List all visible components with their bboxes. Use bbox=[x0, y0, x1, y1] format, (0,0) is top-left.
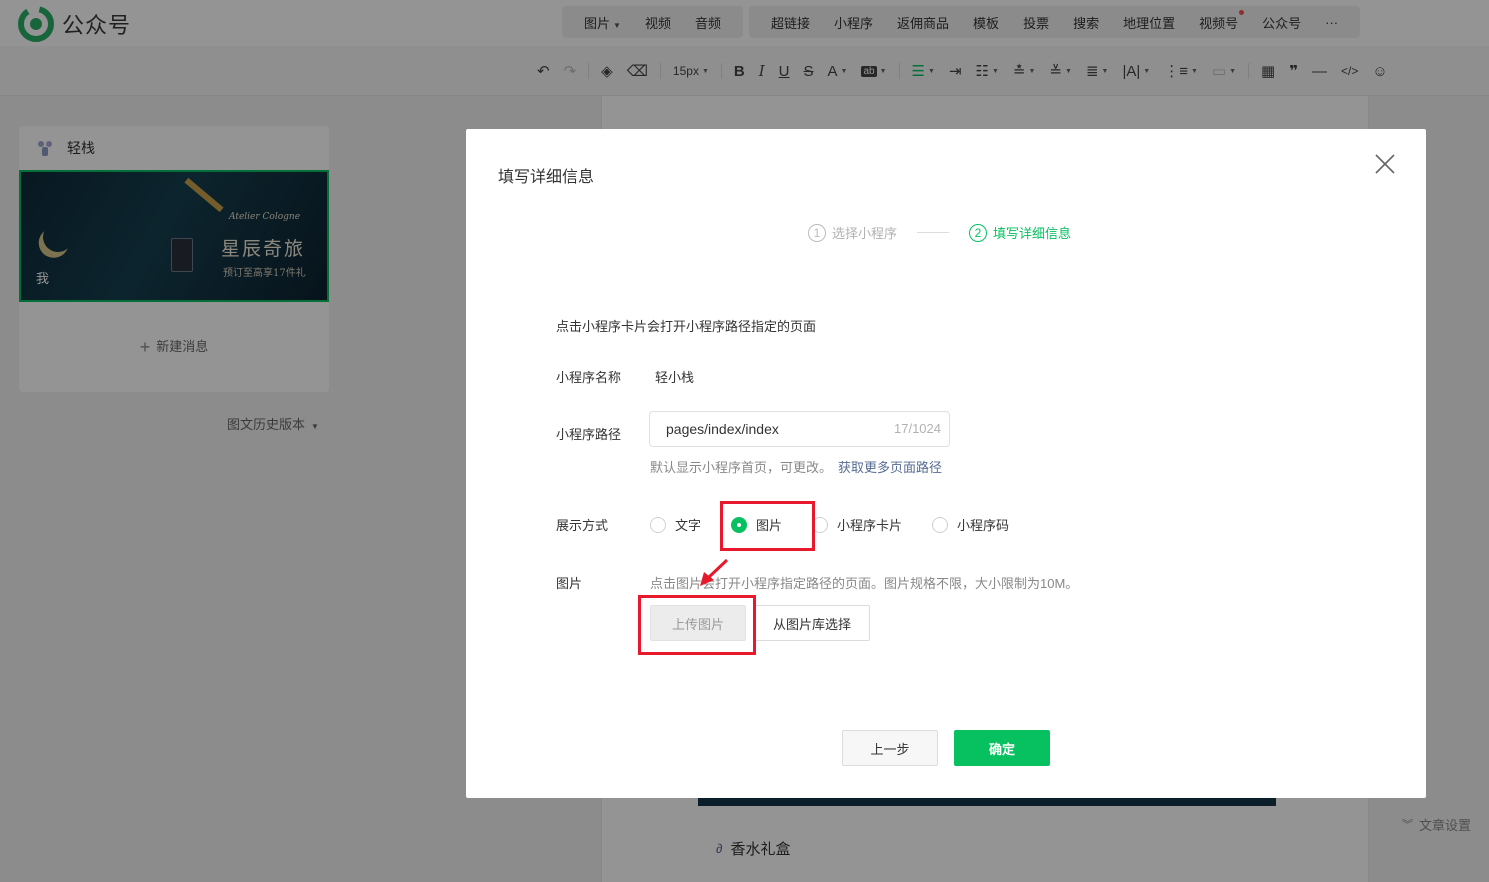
step-divider bbox=[917, 232, 950, 233]
radio-dot bbox=[650, 516, 666, 533]
display-mode-label: 展示方式 bbox=[556, 518, 609, 533]
miniprogram-path-label: 小程序路径 bbox=[556, 427, 622, 442]
miniprogram-details-dialog: 填写详细信息 1 选择小程序 2 填写详细信息 点击小程序卡片会打开小程序路径指… bbox=[466, 129, 1426, 798]
radio-text[interactable]: 文字 bbox=[650, 515, 701, 534]
choose-from-library-button[interactable]: 从图片库选择 bbox=[754, 605, 870, 641]
miniprogram-name-label: 小程序名称 bbox=[556, 370, 622, 385]
dialog-intro: 点击小程序卡片会打开小程序路径指定的页面 bbox=[556, 319, 817, 334]
miniprogram-name-value: 轻小栈 bbox=[655, 370, 695, 385]
confirm-button[interactable]: 确定 bbox=[954, 730, 1050, 766]
step-number: 1 bbox=[808, 223, 826, 242]
highlight-box-image-option bbox=[720, 501, 815, 551]
previous-step-button[interactable]: 上一步 bbox=[842, 730, 938, 766]
step-select-miniprogram: 1 选择小程序 bbox=[808, 223, 897, 242]
display-mode-radio-group: 文字 图片 小程序卡片 小程序码 bbox=[650, 515, 1039, 534]
radio-miniprogram-code[interactable]: 小程序码 bbox=[932, 515, 1009, 534]
image-label: 图片 bbox=[556, 576, 583, 591]
step-fill-details: 2 填写详细信息 bbox=[969, 223, 1071, 242]
radio-dot bbox=[932, 516, 949, 533]
step-label: 选择小程序 bbox=[832, 226, 898, 241]
dialog-title: 填写详细信息 bbox=[498, 169, 595, 186]
close-icon[interactable] bbox=[1374, 153, 1396, 175]
path-hint: 默认显示小程序首页，可更改。 获取更多页面路径 bbox=[650, 460, 943, 475]
miniprogram-path-input[interactable] bbox=[650, 412, 860, 446]
highlight-box-upload-button bbox=[638, 595, 756, 655]
step-number: 2 bbox=[969, 223, 988, 242]
step-label: 填写详细信息 bbox=[993, 226, 1072, 241]
char-counter: 17/1024 bbox=[894, 421, 941, 436]
more-paths-link[interactable]: 获取更多页面路径 bbox=[838, 460, 942, 475]
image-description: 点击图片会打开小程序指定路径的页面。图片规格不限，大小限制为10M。 bbox=[650, 576, 1079, 591]
miniprogram-path-field[interactable]: 17/1024 bbox=[649, 411, 950, 447]
radio-miniprogram-card[interactable]: 小程序卡片 bbox=[812, 515, 902, 534]
step-indicator: 1 选择小程序 2 填写详细信息 bbox=[808, 223, 1071, 242]
